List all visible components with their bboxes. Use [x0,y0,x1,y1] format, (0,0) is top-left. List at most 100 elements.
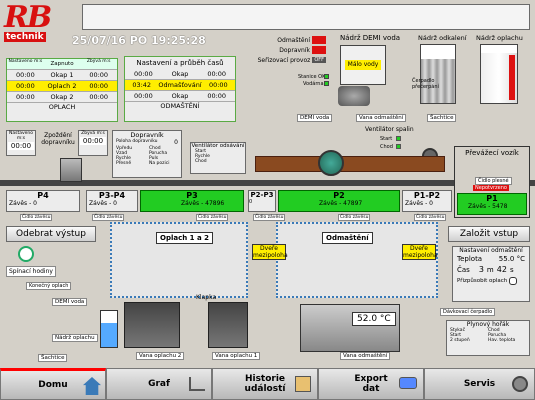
dvere1-label: Dveře mezipoloha [252,244,288,260]
spinaci-label[interactable]: Spínací hodiny [6,266,56,277]
odm-footer: ODMAŠTĚNÍ [160,102,200,110]
vana-opl1-label: Vana oplachu 1 [212,352,261,360]
vana-oplachu-2 [124,302,180,348]
odm-r2-c: 00:00 [207,92,227,100]
oplach-r2-b: Okap 2 [50,93,74,101]
station-p3: P3 Závěs - 47896 [140,190,244,212]
cerpadlo-label: Čerpadlo přečerpání [412,78,439,90]
opl-tank-small [100,310,118,348]
odmasteni-label: Odmaštění [322,232,373,244]
wrench-icon [512,376,528,392]
malo-vody-badge: Málo vody [345,60,381,70]
zaves-label: Závěs - [405,200,428,207]
nav-historie-button[interactable]: Historie událostí [212,368,318,400]
odm-row: 00:00 Okap 00:00 [125,91,235,102]
oplach-r0-a[interactable]: 00:00 [7,70,44,80]
station-p4-name: P4 [37,191,49,200]
station-p2-zaves: 47897 [343,200,363,207]
demi-voda-label: DEMI voda [297,114,333,122]
spalin-chod: Chod [380,144,393,150]
cas-label: Čas [457,265,470,274]
demi-tank: Málo vody [340,45,386,85]
nast-odm-title: Nastavení odmaštění [459,247,523,254]
dopravnik-zbyva-label: Zbývá m:s [81,131,105,136]
cas-m-value[interactable]: 3 [479,265,484,274]
cas-s-unit: s [509,265,514,274]
spalin-chod-led [396,144,401,149]
prizpusobit-checkbox[interactable] [509,277,518,285]
alarm-serizovaci-value[interactable]: OFF [312,57,326,63]
dopravnik-nast-value[interactable]: 00:00 [8,142,34,150]
duct-top [255,156,445,172]
station-p1: P1 Závěs - 5478 [457,193,527,215]
oplach-r1-b: Oplach 2 [47,82,77,90]
alarm-serizovaci-label: Seřizovací provoz [257,56,311,64]
odm-row: 00:00 Okap 00:00 [125,69,235,80]
nav-domu-button[interactable]: Domu [0,368,106,400]
oplach-r1-a[interactable]: 00:00 [7,81,44,91]
stanice-ok-label: Stanice OK [298,74,326,80]
odm-r2-b: Okap [171,92,189,100]
cidlo-plesne: Čidlo plesné [475,177,512,185]
station-p2-name: P2 [333,191,345,200]
odm-r1-a[interactable]: 03:42 [125,80,158,90]
dopravnik-nast-label: Nastaveno m:s [8,131,34,141]
nadrz-opl-label: Nádrž oplachu [52,334,98,342]
zaves-label: Závěs - [89,200,112,207]
zpozdeni-label: Zpoždění dopravníku [41,132,75,146]
station-p3-name: P3 [186,191,198,200]
oplach-r0-b: Okap 1 [50,71,74,79]
demi-pump [338,86,370,106]
nav-export-button[interactable]: Export dat [318,368,424,400]
alarm-list: Odmaštění Dopravník Seřizovací provoz OFF [246,35,326,69]
oplach-r0-c: 00:00 [89,71,109,79]
nepotvrzeno-badge: Nepotvrzeno [473,185,509,191]
spalin-start: Start [380,136,393,142]
alarm-dopravnik-indicator [312,46,326,54]
odm-r1-b: Odmašťování [158,81,202,89]
station-p1-zaves: 5478 [492,203,508,210]
konecny-label: Konečný oplach [26,282,72,290]
spalin-start-led [396,136,401,141]
nastaveni-odm-panel: Nastavení odmaštění Teplota 55.0 °C Čas 3… [452,246,530,302]
oplach-r2-a[interactable]: 00:00 [7,92,44,102]
station-p1p2: P1-P2 Závěs - 0 [402,190,452,212]
dopravnik-title: Dopravník [130,131,164,139]
datetime: 25/07/16 PO 19:25:28 [72,34,206,47]
oplach-footer: OPLACH [48,103,76,111]
dop-napozici: Na pozici [149,161,170,166]
teplota-label: Teplota [457,255,483,263]
vodarna-led [324,81,329,86]
vana-odm-label: Vana odmaštění [356,114,407,122]
odm-r0-a[interactable]: 00:00 [125,69,162,79]
teplota-value[interactable]: 55.0 °C [499,255,525,263]
odkaleni-tank-title: Nádrž odkalení [418,34,467,42]
nav-graf-button[interactable]: Graf [106,368,212,400]
dopravnik-nastaveno-box: Nastaveno m:s 00:00 [6,130,36,156]
fan-center-icon [318,150,344,176]
oplach-r2-c: 00:00 [89,93,109,101]
logo-main: RB [4,0,52,35]
cas-s-value[interactable]: 42 [497,265,507,274]
nav-servis-button[interactable]: Servis [424,368,535,400]
spinaci-icon[interactable] [18,246,34,262]
station-p3p4-zaves: 0 [113,200,117,207]
odm-r0-c: 00:00 [207,70,227,78]
horak-panel: Plynový hořák Stykač Start 2 stupeň Chod… [446,320,530,356]
zalozit-button[interactable]: Založit vstup [448,226,530,242]
sachtice2-label: Šachtice [38,354,68,362]
oplach-h1: Nastaveno m:s [8,59,43,64]
demi-tank-title: Nádrž DEMI voda [340,34,401,42]
oplach-panel: Nastaveno m:s Zapnuto Zbývá m:s 00:00 Oka… [6,58,118,122]
opl-tank-title: Nádrž oplachu [476,34,523,42]
cidlo-zavesu-label: Čidlo závěsu [414,214,447,221]
odm-r2-a[interactable]: 00:00 [125,91,162,101]
odkaleni-tank [420,44,456,104]
odmasteni-panel: Nastavení a průběh časů 00:00 Okap 00:00 0… [124,56,236,122]
vana-opl2-label: Vana oplachu 2 [136,352,185,360]
odm-r0-b: Okap [171,70,189,78]
station-p2p3-name: P2-P3 [250,191,274,199]
chart-icon [189,377,205,391]
odebrat-button[interactable]: Odebrat výstup [6,226,96,242]
horak-title: Plynový hořák [466,321,510,328]
